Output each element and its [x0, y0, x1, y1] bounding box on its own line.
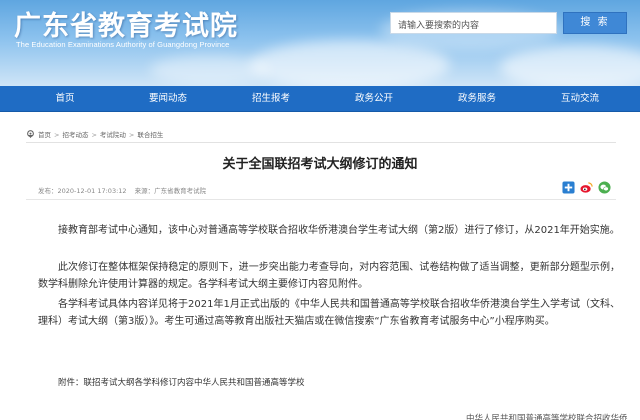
- article-paragraph: 此次修订在整体框架保持稳定的原则下，进一步突出能力考查导向，对内容范围、试卷结构…: [38, 262, 620, 290]
- weibo-icon[interactable]: [580, 181, 593, 194]
- search-button[interactable]: 搜 索: [563, 12, 627, 34]
- share-bar: [562, 181, 622, 195]
- article-paragraph: 各学科考试具体内容详见将于2021年1月正式出版的《中华人民共和国普通高等学校联…: [38, 299, 620, 327]
- publish-time: 发布：2020-12-01 17:03:12: [38, 187, 127, 195]
- breadcrumb-separator: >: [128, 131, 135, 139]
- main-nav: 首页 要闻动态 招生报考 政务公开 政务服务 互动交流: [0, 86, 640, 112]
- article-paragraph: 接教育部考试中心通知，该中心对普通高等学校联合招收华侨港澳台学生考试大纲（第2版…: [58, 225, 620, 236]
- wechat-icon[interactable]: [598, 181, 611, 194]
- breadcrumb-home[interactable]: 首页: [38, 131, 51, 139]
- divider: [26, 199, 616, 200]
- nav-item-services[interactable]: 政务服务: [437, 86, 517, 112]
- breadcrumb-item[interactable]: 联合招生: [137, 131, 163, 139]
- nav-item-interaction[interactable]: 互动交流: [540, 86, 620, 112]
- nav-item-disclosure[interactable]: 政务公开: [334, 86, 414, 112]
- cloud-decoration: [150, 55, 270, 85]
- home-icon: [27, 130, 34, 139]
- article-title: 关于全国联招考试大纲修订的通知: [222, 157, 418, 172]
- nav-item-admissions[interactable]: 招生报考: [231, 86, 311, 112]
- attachment-link[interactable]: 附件：联招考试大纲各学科修订内容中华人民共和国普通高等学校: [58, 376, 305, 388]
- attachment-heading-partial: 中华人民共和国普通高等学校联合招收华侨: [466, 414, 628, 420]
- nav-item-home[interactable]: 首页: [25, 86, 105, 112]
- cloud-decoration: [250, 40, 450, 86]
- site-header: 广东省教育考试院 The Education Examinations Auth…: [0, 0, 640, 86]
- breadcrumb-item[interactable]: 招考动态: [62, 131, 88, 139]
- cloud-decoration: [500, 45, 640, 86]
- article-meta: 发布：2020-12-01 17:03:12 来源：广东省教育考试院: [38, 185, 206, 195]
- breadcrumb: 首页 > 招考动态 > 考试院动 > 联合招生: [26, 129, 163, 141]
- breadcrumb-separator: >: [54, 131, 60, 139]
- search-input[interactable]: [390, 12, 557, 34]
- site-title[interactable]: 广东省教育考试院: [14, 4, 238, 43]
- nav-item-news[interactable]: 要闻动态: [128, 86, 208, 112]
- add-share-icon[interactable]: [562, 181, 575, 194]
- article-source: 来源：广东省教育考试院: [134, 187, 207, 195]
- breadcrumb-separator: >: [91, 131, 97, 139]
- breadcrumb-item[interactable]: 考试院动: [100, 131, 126, 139]
- divider: [26, 142, 616, 143]
- site-subtitle: The Education Examinations Authority of …: [16, 40, 230, 49]
